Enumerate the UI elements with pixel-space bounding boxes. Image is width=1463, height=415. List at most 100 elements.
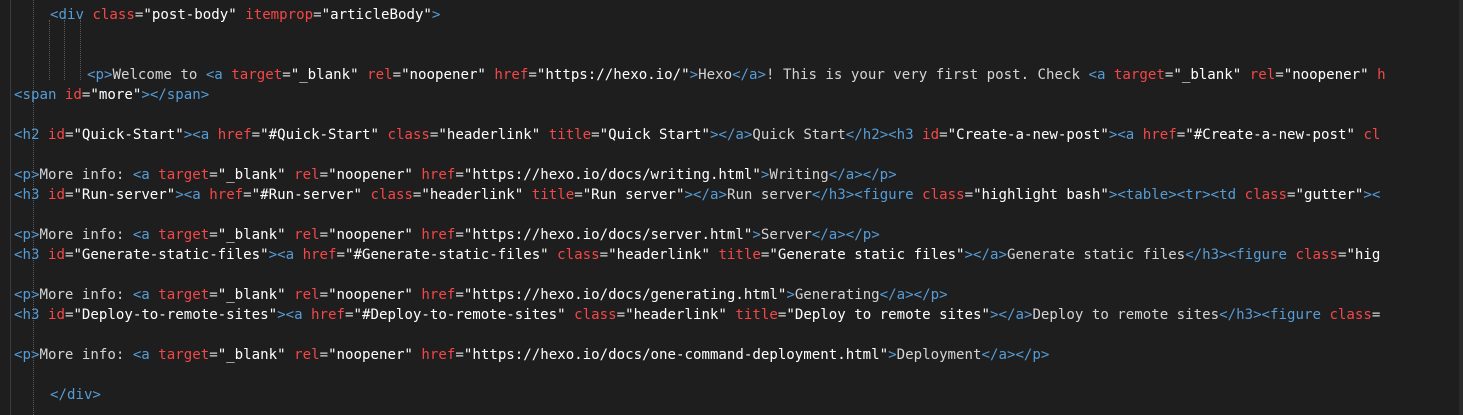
code-line[interactable]: <p>More info: <a target="_blank" rel="no… bbox=[14, 225, 880, 245]
code-line[interactable]: <span id="more"></span> bbox=[14, 85, 209, 105]
code-line[interactable]: <p>More info: <a target="_blank" rel="no… bbox=[14, 285, 948, 305]
code-token: "_blank" bbox=[217, 167, 286, 183]
code-token: rel bbox=[294, 347, 320, 363]
code-token: <p> bbox=[14, 287, 40, 303]
code-line[interactable]: <h3 id="Run-server"><a href="#Run-server… bbox=[14, 185, 1380, 205]
code-token: "noopener" bbox=[401, 67, 486, 83]
code-token: = bbox=[1287, 187, 1296, 203]
code-token: <a bbox=[1088, 67, 1114, 83]
code-token: "https://hexo.io/" bbox=[536, 67, 690, 83]
code-token: = bbox=[392, 67, 402, 83]
code-token: Generating bbox=[794, 287, 880, 303]
code-token: = bbox=[599, 247, 609, 263]
code-token: More info: bbox=[39, 227, 133, 243]
code-token: ></a> bbox=[709, 127, 753, 143]
code-token: "noopener" bbox=[1283, 67, 1369, 83]
code-token: href bbox=[421, 347, 456, 363]
code-token: "hig bbox=[1346, 247, 1381, 263]
code-token: "headerlink" bbox=[438, 127, 541, 143]
code-token: Welcome to bbox=[112, 67, 206, 83]
code-token: href bbox=[311, 307, 345, 323]
code-line[interactable]: <p>More info: <a target="_blank" rel="no… bbox=[14, 165, 897, 185]
code-token: "headerlink" bbox=[608, 247, 710, 263]
code-token: Deploy to remote sites bbox=[1032, 307, 1220, 323]
code-token: > bbox=[786, 287, 795, 303]
code-token: Generate static files bbox=[1006, 247, 1186, 263]
code-token: = bbox=[251, 127, 261, 143]
code-line[interactable]: <p>Welcome to <a target="_blank" rel="no… bbox=[87, 65, 1386, 85]
code-token: <h2 bbox=[14, 127, 48, 143]
code-token: target bbox=[158, 287, 210, 303]
code-token: class bbox=[557, 247, 600, 263]
code-token: id bbox=[47, 247, 65, 263]
code-token: "noopener" bbox=[328, 167, 413, 183]
code-token: <a bbox=[132, 227, 159, 243]
code-token: >< bbox=[1363, 187, 1381, 203]
code-token: = bbox=[455, 167, 464, 183]
code-line[interactable]: <h3 id="Deploy-to-remote-sites"><a href=… bbox=[14, 305, 1380, 325]
code-token: = bbox=[939, 127, 948, 143]
code-line[interactable]: <h2 id="Quick-Start"><a href="#Quick-Sta… bbox=[14, 125, 1380, 145]
code-token: class bbox=[574, 307, 617, 323]
code-token: More info: bbox=[39, 167, 133, 183]
code-token: = bbox=[282, 67, 291, 83]
code-token: </h3><figure bbox=[811, 187, 923, 203]
code-token: rel bbox=[294, 167, 320, 183]
code-token: ! This is your very first post. Check bbox=[766, 67, 1089, 83]
code-token: </a> bbox=[732, 67, 767, 83]
code-token: <a bbox=[132, 347, 159, 363]
code-editor[interactable]: <div class="post-body" itemprop="article… bbox=[0, 0, 1463, 415]
code-token: class bbox=[1329, 307, 1372, 323]
code-token: ><a bbox=[277, 307, 312, 323]
code-token: "_blank" bbox=[217, 287, 286, 303]
code-token: rel bbox=[367, 67, 393, 83]
code-line[interactable]: </div> bbox=[50, 385, 101, 405]
code-token: "Run server" bbox=[582, 187, 685, 203]
code-token: <p> bbox=[14, 347, 40, 363]
code-token: title bbox=[548, 127, 592, 143]
code-token: href bbox=[421, 227, 456, 243]
code-token: "Quick-Start" bbox=[73, 127, 184, 143]
code-line[interactable]: <p>More info: <a target="_blank" rel="no… bbox=[14, 345, 1049, 365]
code-token: target bbox=[158, 347, 210, 363]
code-token: <a bbox=[132, 287, 159, 303]
code-token: itemprop bbox=[245, 7, 314, 23]
code-token: ></a> bbox=[990, 307, 1033, 323]
code-token: "Deploy to remote sites" bbox=[786, 307, 990, 323]
code-token: = bbox=[574, 187, 583, 203]
code-token: Writing bbox=[769, 167, 829, 183]
code-token: = bbox=[591, 127, 600, 143]
code-token: > bbox=[689, 67, 699, 83]
code-token: = bbox=[455, 287, 464, 303]
code-token: ><a bbox=[268, 247, 303, 263]
code-token: = bbox=[964, 187, 974, 203]
code-token: "Generate-static-files" bbox=[73, 247, 269, 263]
code-token: </div> bbox=[50, 387, 101, 403]
code-token: "https://hexo.io/docs/writing.html" bbox=[463, 167, 761, 183]
code-token: More info: bbox=[39, 347, 133, 363]
code-token: "gutter" bbox=[1295, 187, 1364, 203]
vertical-scrollbar[interactable] bbox=[1459, 0, 1463, 415]
code-token: = bbox=[1275, 67, 1284, 83]
code-token: "Deploy-to-remote-sites" bbox=[73, 307, 278, 323]
code-token: "_blank" bbox=[1173, 67, 1242, 83]
code-token: = bbox=[209, 227, 218, 243]
code-token: ></a> bbox=[964, 247, 1007, 263]
code-token: id bbox=[922, 127, 940, 143]
code-token: ></a> bbox=[684, 187, 727, 203]
code-token: <h3 bbox=[14, 187, 48, 203]
code-token: "noopener" bbox=[328, 287, 413, 303]
code-line[interactable]: <h3 id="Generate-static-files"><a href="… bbox=[14, 245, 1380, 265]
code-token: > bbox=[888, 347, 897, 363]
code-token: <span bbox=[14, 87, 65, 103]
code-token: Quick Start bbox=[752, 127, 846, 143]
code-token: > bbox=[752, 227, 761, 243]
code-line[interactable]: <div class="post-body" itemprop="article… bbox=[50, 5, 440, 25]
code-token: "highlight bash" bbox=[973, 187, 1109, 203]
